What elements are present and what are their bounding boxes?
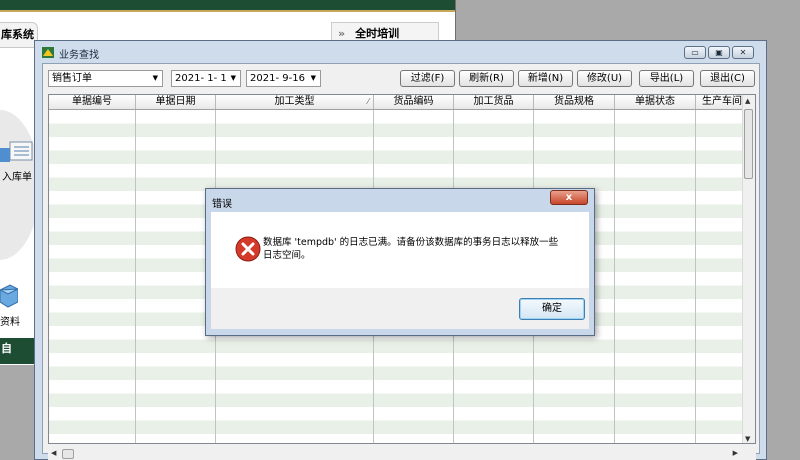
- chevron-down-icon: ▼: [230, 74, 236, 82]
- column-header-item-spec[interactable]: 货品规格: [534, 95, 615, 109]
- column-header-doc-status[interactable]: 单据状态: [615, 95, 696, 109]
- scroll-left-icon[interactable]: ◀: [51, 449, 56, 457]
- receipt-icon[interactable]: [0, 136, 34, 168]
- filter-button[interactable]: 过滤(F): [400, 70, 455, 87]
- new-button[interactable]: 新增(N): [518, 70, 573, 87]
- minimize-button[interactable]: ▭: [684, 46, 706, 59]
- exit-button[interactable]: 退出(C): [700, 70, 755, 87]
- chevron-down-icon: ▼: [310, 74, 316, 82]
- chevron-right-icon: »: [338, 27, 346, 40]
- window-close-button[interactable]: ✕: [732, 46, 754, 59]
- data-label: 资料: [0, 317, 20, 328]
- maximize-button[interactable]: ▣: [708, 46, 730, 59]
- grid-header: 单据编号 单据日期 加工类型 ⁄ 货品编码 加工货品 货品规格 单据状态 生产车间: [49, 95, 749, 110]
- dialog-footer: 确定: [211, 288, 589, 329]
- scroll-down-icon[interactable]: ▼: [745, 435, 750, 443]
- grid-divider: [614, 110, 615, 443]
- maximize-icon: ▣: [715, 48, 723, 57]
- chevron-down-icon: ▼: [152, 74, 158, 82]
- vertical-scrollbar[interactable]: ▲ ▼: [742, 95, 755, 443]
- column-header-item-code[interactable]: 货品编码: [374, 95, 454, 109]
- edit-button[interactable]: 修改(U): [577, 70, 632, 87]
- window-titlebar[interactable]: 业务查找 ▭ ▣ ✕: [35, 41, 766, 63]
- column-header-doc-no[interactable]: 单据编号: [49, 95, 136, 109]
- column-header-doc-date[interactable]: 单据日期: [136, 95, 216, 109]
- date-from-picker[interactable]: 2021- 1- 1 ▼: [171, 70, 241, 87]
- date-to-picker[interactable]: 2021- 9-16 ▼: [246, 70, 321, 87]
- doc-type-select[interactable]: 销售订单 ▼: [48, 70, 163, 87]
- background-bottom-bar: 自: [0, 338, 35, 364]
- vertical-scroll-thumb[interactable]: [744, 109, 753, 179]
- ok-button[interactable]: 确定: [519, 298, 585, 320]
- error-message: 数据库 'tempdb' 的日志已满。请备份该数据库的事务日志以释放一些 日志空…: [263, 236, 575, 262]
- dialog-close-button[interactable]: x: [550, 190, 588, 205]
- error-message-line: 数据库 'tempdb' 的日志已满。请备份该数据库的事务日志以释放一些: [263, 237, 559, 248]
- column-header-process-item[interactable]: 加工货品: [454, 95, 534, 109]
- receipt-label: 入库单: [2, 172, 32, 183]
- close-icon: x: [565, 192, 573, 203]
- horizontal-scroll-thumb[interactable]: [62, 449, 74, 459]
- app-logo-icon: [42, 47, 54, 58]
- window-title: 业务查找: [59, 50, 99, 61]
- column-header-process-type[interactable]: 加工类型 ⁄: [216, 95, 374, 109]
- export-button[interactable]: 导出(L): [639, 70, 694, 87]
- error-icon: [235, 236, 261, 262]
- close-icon: ✕: [739, 48, 747, 57]
- dialog-title: 错误: [212, 199, 232, 210]
- sort-indicator-icon: ⁄: [367, 97, 369, 106]
- horizontal-scrollbar[interactable]: ◀ ▶: [48, 448, 756, 460]
- scroll-up-icon[interactable]: ▲: [745, 97, 750, 105]
- box-icon[interactable]: [0, 280, 18, 308]
- background-app-header: [0, 0, 455, 12]
- grid-divider: [135, 110, 136, 443]
- error-message-line: 日志空间。: [263, 250, 311, 261]
- scroll-right-icon[interactable]: ▶: [733, 449, 738, 457]
- background-system-tab[interactable]: 库系统: [0, 22, 38, 48]
- refresh-button[interactable]: 刷新(R): [459, 70, 514, 87]
- error-dialog: 错误 x 数据库 'tempdb' 的日志已满。请备份该数据库的事务日志以释放一…: [205, 188, 595, 336]
- minimize-icon: ▭: [691, 48, 699, 57]
- dialog-body: 数据库 'tempdb' 的日志已满。请备份该数据库的事务日志以释放一些 日志空…: [211, 212, 589, 288]
- grid-divider: [695, 110, 696, 443]
